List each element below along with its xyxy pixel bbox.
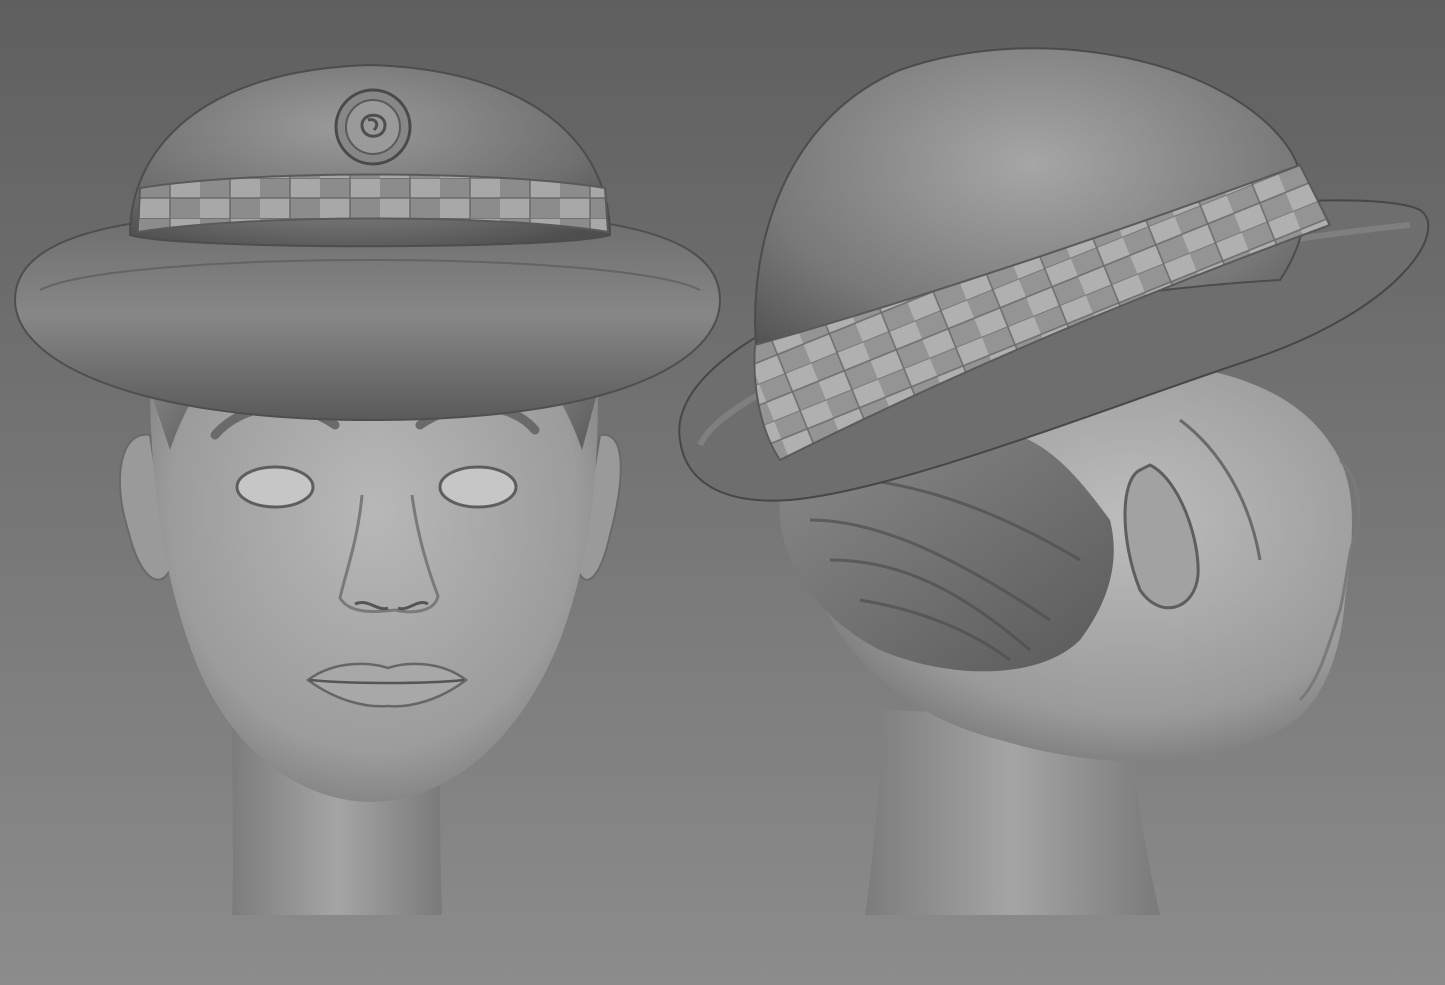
sculpt-viewport — [0, 0, 1445, 985]
front-eye-left — [235, 465, 315, 509]
hat-badge — [334, 88, 412, 166]
front-eye-right — [438, 465, 518, 509]
scene-canvas — [0, 0, 1445, 985]
